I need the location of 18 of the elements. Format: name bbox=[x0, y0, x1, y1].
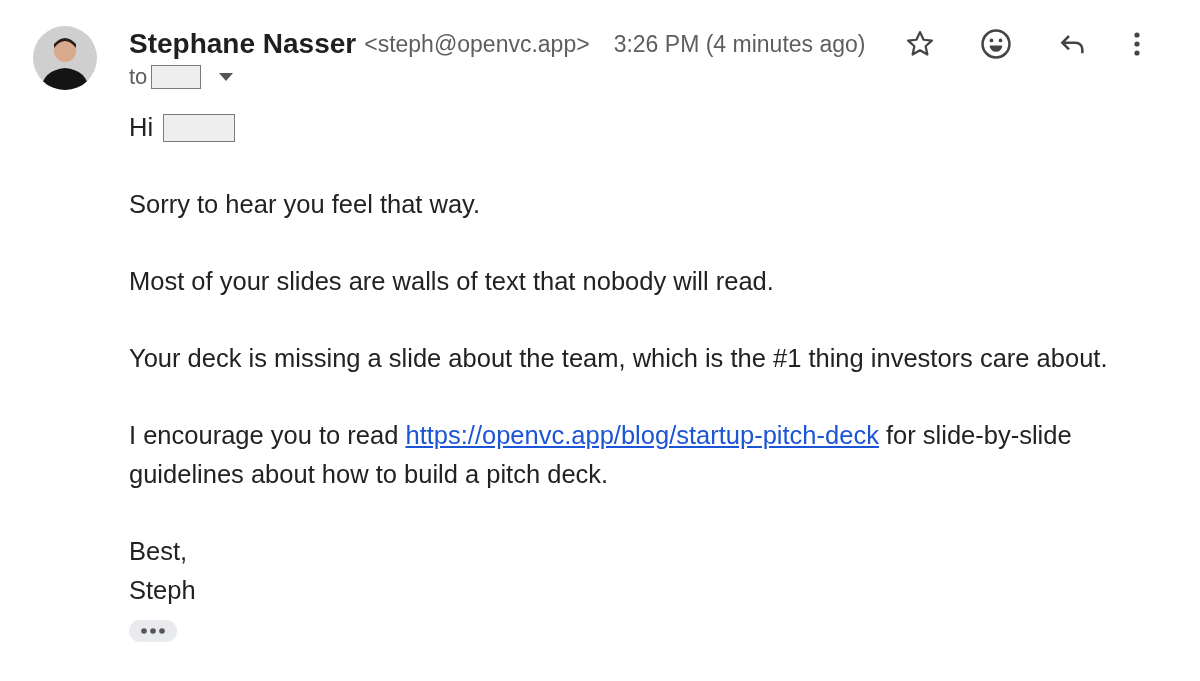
article-link[interactable]: https://openvc.app/blog/startup-pitch-deck bbox=[405, 421, 879, 449]
recipient-label: to bbox=[129, 64, 148, 90]
timestamp: 3:26 PM (4 minutes ago) bbox=[613, 30, 866, 58]
body-paragraph: I encourage you to read https://openvc.app/blog/startup-pitch-deck for slide-by-slide guidelines about how to build a pitch deck. bbox=[129, 420, 1073, 490]
sender-email: <steph@openvc.app> bbox=[364, 30, 590, 58]
body-paragraph: Most of your slides are walls of text that nobody will read. bbox=[129, 266, 775, 297]
ellipsis-icon bbox=[140, 628, 166, 634]
body-paragraph: Sorry to hear you feel that way. bbox=[129, 189, 482, 220]
signature-line: Best, bbox=[129, 536, 189, 567]
show-trimmed-content-button[interactable] bbox=[129, 620, 177, 642]
redacted-box bbox=[151, 65, 202, 89]
more-options-icon[interactable] bbox=[1133, 31, 1142, 57]
greeting: Hi bbox=[129, 112, 154, 143]
emoji-icon[interactable] bbox=[979, 27, 1014, 61]
star-icon[interactable] bbox=[905, 29, 936, 59]
body-paragraph: Your deck is missing a slide about the team, which is the #1 thing investors care about. bbox=[129, 343, 1109, 374]
sender-name: Stephane Nasser bbox=[129, 28, 357, 60]
signature-line: Steph bbox=[129, 575, 197, 606]
